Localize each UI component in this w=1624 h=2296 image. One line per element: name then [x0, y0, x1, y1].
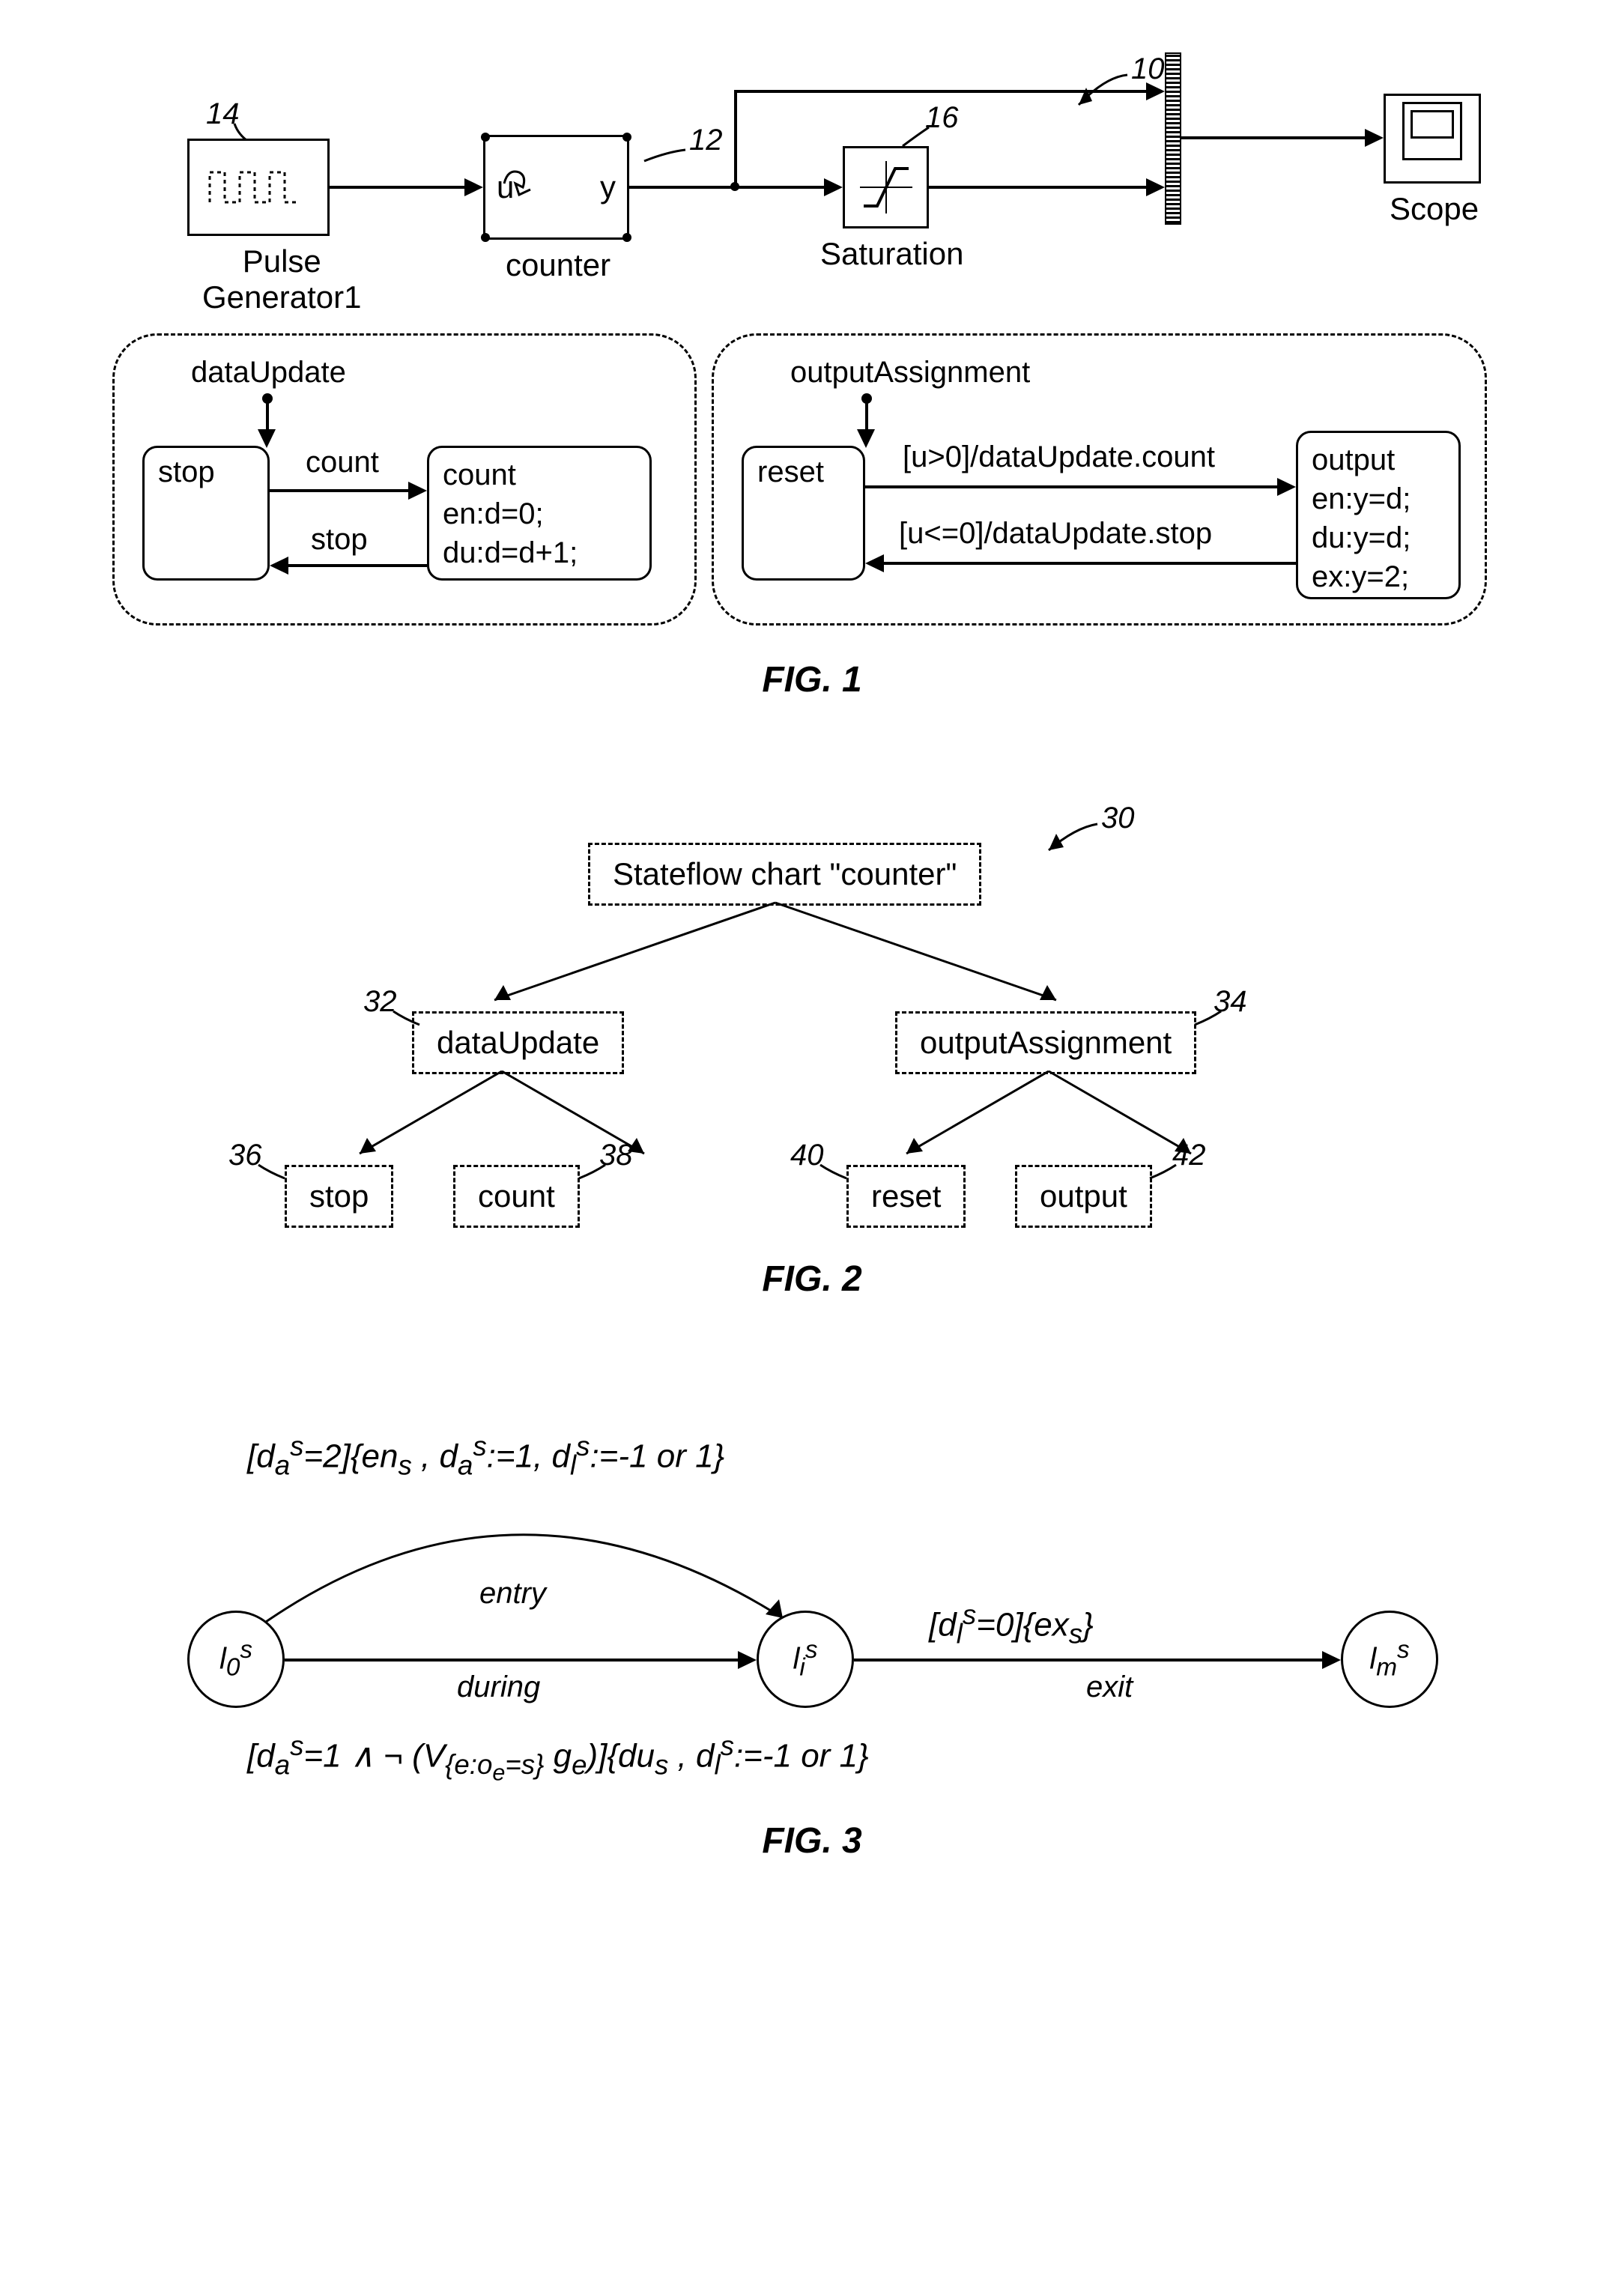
- counter-icon: [497, 161, 534, 199]
- reset-node: reset: [846, 1165, 966, 1228]
- figure-2: 30 Stateflow chart "counter" 32 dataUpda…: [37, 802, 1587, 1341]
- branch-dot: [730, 182, 739, 191]
- ref-10: 10: [1131, 52, 1165, 86]
- scope-label: Scope: [1390, 191, 1479, 227]
- stop-node-label: stop: [309, 1178, 369, 1214]
- stop-state: stop: [142, 446, 270, 581]
- branch-v: [734, 90, 737, 187]
- reset-node-label: reset: [871, 1178, 941, 1214]
- output-node: output: [1015, 1165, 1152, 1228]
- count-line3: du:d=d+1;: [443, 533, 636, 572]
- exit-label: exit: [1086, 1670, 1133, 1704]
- arrow-sat-mux-head: [1146, 178, 1165, 196]
- ref-30-arrow: [1037, 820, 1101, 861]
- count-trans-label: count: [306, 446, 379, 479]
- count-node: count: [453, 1165, 580, 1228]
- root-node: Stateflow chart "counter": [588, 843, 981, 906]
- saturation-icon: [852, 154, 920, 221]
- pulse-wave: [202, 157, 315, 217]
- reset-state-label: reset: [757, 455, 824, 488]
- pulse-generator-label: Pulse Generator1: [202, 243, 361, 315]
- stop-state-label: stop: [158, 455, 215, 488]
- arrow-mux-scope: [1181, 136, 1365, 139]
- during-arrow-head: [738, 1651, 757, 1669]
- branch-h: [734, 90, 1146, 93]
- figure-1: 10 14 Pulse Generator1 u y 12 counter: [37, 37, 1587, 712]
- l0-label: l0s: [219, 1636, 252, 1682]
- saturation-block: [843, 146, 929, 228]
- fig1-caption: FIG. 1: [762, 659, 861, 700]
- stop-node: stop: [285, 1165, 393, 1228]
- root-children-arrows: [457, 899, 1094, 1011]
- reset-state: reset: [742, 446, 865, 581]
- outputassignment-node: outputAssignment: [895, 1011, 1196, 1074]
- ref-30: 30: [1101, 802, 1135, 835]
- fig2-caption: FIG. 2: [762, 1258, 861, 1300]
- formula-bot: [das=1 ∧ ¬ (V{e:oe=s} ge)]{dus , dls:=-1…: [247, 1730, 869, 1787]
- count-state: count en:d=0; du:d=d+1;: [427, 446, 652, 581]
- during-label: during: [457, 1670, 540, 1704]
- ref-12: 12: [689, 124, 723, 157]
- output-line3: du:y=d;: [1312, 518, 1445, 557]
- ref-10-arrow: [1064, 71, 1131, 116]
- root-node-label: Stateflow chart "counter": [613, 856, 957, 891]
- output-node-label: output: [1040, 1178, 1127, 1214]
- entry-arrow: [262, 1502, 802, 1637]
- arrow-pg-counter: [330, 186, 464, 189]
- exit-arrow-line: [854, 1659, 1322, 1662]
- figure-3: [das=2]{ens , das:=1, dls:=-1 or 1} l0s …: [37, 1416, 1587, 1903]
- count-line1: count: [443, 455, 636, 494]
- pulse-generator-block: [187, 139, 330, 236]
- ref-12-arrow: [637, 146, 689, 169]
- dataUpdate-label: dataUpdate: [191, 356, 346, 390]
- mux-block: [1165, 52, 1181, 225]
- output-line4: ex:y=2;: [1312, 557, 1445, 596]
- outputassignment-node-label: outputAssignment: [920, 1025, 1172, 1060]
- lm-node: lms: [1341, 1611, 1438, 1708]
- guard1-label: [u>0]/dataUpdate.count: [903, 440, 1215, 474]
- arrow-counter-sat-head: [824, 178, 843, 196]
- branch-head: [1146, 82, 1165, 100]
- counter-block: u y: [483, 135, 629, 240]
- formula-top: [das=2]{ens , das:=1, dls:=-1 or 1}: [247, 1431, 724, 1481]
- arrow-pg-counter-head: [464, 178, 483, 196]
- saturation-label: Saturation: [820, 236, 963, 272]
- outputAssignment-label: outputAssignment: [790, 356, 1030, 390]
- lm-label: lms: [1369, 1636, 1409, 1682]
- during-arrow-line: [285, 1659, 738, 1662]
- dataupdate-node: dataUpdate: [412, 1011, 624, 1074]
- li-label: lis: [793, 1636, 818, 1682]
- output-line1: output: [1312, 440, 1445, 479]
- output-line2: en:y=d;: [1312, 479, 1445, 518]
- fig3-caption: FIG. 3: [762, 1820, 861, 1862]
- arrow-mux-scope-head: [1365, 129, 1384, 147]
- scope-block: [1384, 94, 1481, 184]
- outputassignment-children-arrows: [876, 1067, 1221, 1165]
- entry-label: entry: [479, 1577, 546, 1611]
- formula-exit: [dls=0]{exs}: [929, 1599, 1094, 1650]
- stop-trans-label: stop: [311, 523, 368, 557]
- arrow-sat-mux: [929, 186, 1146, 189]
- counter-y: y: [600, 169, 616, 205]
- count-line2: en:d=0;: [443, 494, 636, 533]
- arrow-counter-sat: [629, 186, 824, 189]
- counter-label: counter: [506, 247, 610, 283]
- exit-arrow-head: [1322, 1651, 1341, 1669]
- count-node-label: count: [478, 1178, 555, 1214]
- output-state: output en:y=d; du:y=d; ex:y=2;: [1296, 431, 1461, 599]
- scope-icon: [1402, 102, 1462, 160]
- guard2-label: [u<=0]/dataUpdate.stop: [899, 517, 1212, 551]
- dataupdate-node-label: dataUpdate: [437, 1025, 599, 1060]
